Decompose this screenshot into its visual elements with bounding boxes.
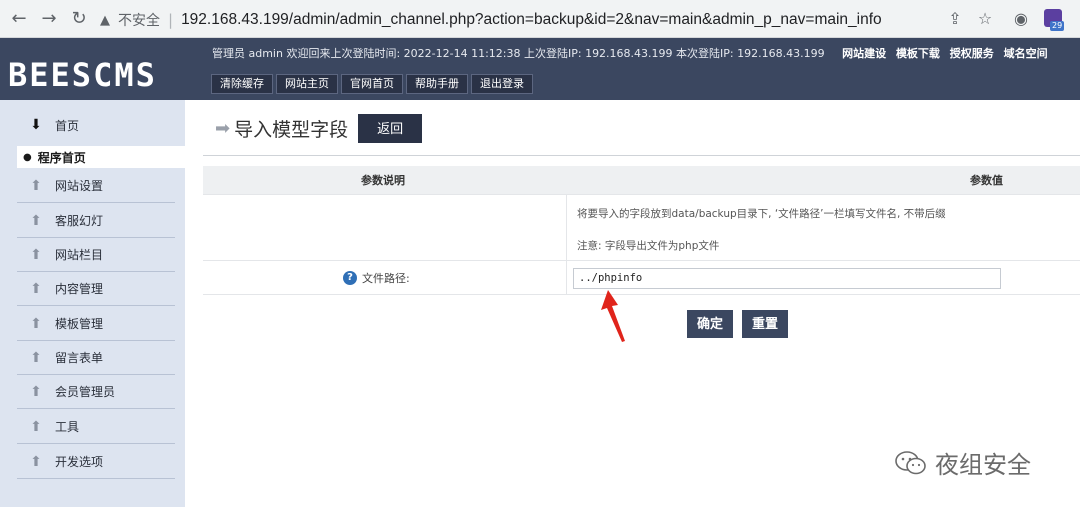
official-home-button[interactable]: 官网首页	[341, 74, 403, 94]
sidebar-item-tools[interactable]: ⬆ 工具	[17, 410, 175, 444]
browser-toolbar: ← → ↻ ▲ 不安全 | 192.168.43.199/admin/admin…	[0, 0, 1080, 38]
watermark: 夜组安全	[895, 445, 1031, 480]
column-divider	[566, 195, 567, 261]
up-arrow-icon: ⬆	[30, 212, 42, 229]
security-label: 不安全	[118, 13, 160, 29]
sidebar-item-label: 网站栏目	[55, 248, 104, 262]
file-path-label-text: 文件路径:	[362, 272, 410, 285]
sidebar-item-label: 内容管理	[55, 282, 104, 296]
sidebar-item-templates[interactable]: ⬆ 模板管理	[17, 307, 175, 341]
divider	[203, 155, 1080, 156]
sidebar-item-label: 工具	[55, 420, 80, 434]
sidebar-item-program-home[interactable]: ● 程序首页	[17, 146, 185, 168]
bullet-icon: ●	[23, 151, 32, 163]
sidebar-item-members[interactable]: ⬆ 会员管理员	[17, 375, 175, 409]
up-arrow-icon: ⬆	[30, 280, 42, 297]
page-title: 导入模型字段	[234, 119, 349, 141]
sidebar-item-content[interactable]: ⬆ 内容管理	[17, 272, 175, 306]
sidebar-item-home[interactable]: ⬇ 首页	[17, 108, 175, 142]
header-buttons: 清除缓存 网站主页 官网首页 帮助手册 退出登录	[211, 74, 533, 94]
sidebar-item-label: 开发选项	[55, 455, 104, 469]
site-home-button[interactable]: 网站主页	[276, 74, 338, 94]
sidebar: ⬇ 首页 ● 程序首页 ⬆ 网站设置 ⬆ 客服幻灯 ⬆ 网站栏目 ⬆ 内容管理 …	[0, 100, 185, 507]
address-bar[interactable]: ▲ 不安全 | 192.168.43.199/admin/admin_chann…	[100, 6, 1000, 34]
wechat-icon	[895, 450, 926, 474]
url-text: 192.168.43.199/admin/admin_channel.php?a…	[181, 11, 882, 28]
share-icon[interactable]: ⇪	[946, 10, 964, 28]
right-arrow-icon: ➡	[215, 118, 231, 139]
help-icon[interactable]: ?	[343, 271, 357, 285]
link-license-service[interactable]: 授权服务	[950, 47, 994, 60]
login-info: 管理员 admin 欢迎回来上次登陆时间: 2022-12-14 11:12:3…	[212, 45, 1048, 61]
sidebar-item-label: 留言表单	[55, 351, 104, 365]
watermark-text: 夜组安全	[935, 451, 1031, 479]
sidebar-item-slides[interactable]: ⬆ 客服幻灯	[17, 204, 175, 238]
sidebar-item-label: 网站设置	[55, 179, 104, 193]
page-heading: ➡ 导入模型字段 返回	[215, 114, 423, 143]
up-arrow-icon: ⬆	[30, 315, 42, 332]
logout-button[interactable]: 退出登录	[471, 74, 533, 94]
sidebar-item-site-settings[interactable]: ⬆ 网站设置	[17, 169, 175, 203]
sidebar-item-label: 模板管理	[55, 317, 104, 331]
bookmark-star-icon[interactable]: ☆	[976, 10, 994, 28]
login-info-text: 管理员 admin 欢迎回来上次登陆时间: 2022-12-14 11:12:3…	[212, 47, 825, 60]
file-path-label: ? 文件路径:	[343, 270, 410, 286]
description-line-2: 注意: 字段导出文件为php文件	[577, 240, 720, 252]
description-line-1: 将要导入的字段放到data/backup目录下, ‘文件路径’一栏填写文件名, …	[577, 208, 946, 220]
up-arrow-icon: ⬆	[30, 453, 42, 470]
col-value-header: 参数值	[970, 174, 1003, 187]
sidebar-item-label: 程序首页	[37, 150, 86, 165]
red-annotation-arrow-icon	[601, 290, 625, 342]
table-header: 参数说明 参数值	[203, 166, 1080, 195]
down-arrow-icon: ⬇	[30, 117, 42, 133]
forward-arrow-icon[interactable]: →	[38, 8, 60, 30]
link-site-build[interactable]: 网站建设	[842, 47, 886, 60]
back-button[interactable]: 返回	[358, 114, 423, 143]
extension-badge-icon[interactable]: 29	[1044, 9, 1066, 31]
up-arrow-icon: ⬆	[30, 383, 42, 400]
sidebar-item-forms[interactable]: ⬆ 留言表单	[17, 341, 175, 375]
reset-button[interactable]: 重置	[742, 310, 789, 338]
sidebar-item-label: 首页	[55, 118, 80, 133]
extension-count: 29	[1050, 21, 1065, 31]
clear-cache-button[interactable]: 清除缓存	[211, 74, 273, 94]
site-logo: BEESCMS	[8, 56, 157, 94]
warning-icon: ▲	[100, 12, 110, 28]
table-row-description: 将要导入的字段放到data/backup目录下, ‘文件路径’一栏填写文件名, …	[203, 195, 1080, 261]
sidebar-item-developer[interactable]: ⬆ 开发选项	[17, 445, 175, 479]
address-separator: |	[168, 11, 174, 29]
up-arrow-icon: ⬆	[30, 349, 42, 366]
header-links: 网站建设 模板下载 授权服务 域名空间	[836, 47, 1048, 60]
up-arrow-icon: ⬆	[30, 246, 42, 263]
sidebar-item-label: 会员管理员	[55, 385, 116, 399]
reload-icon[interactable]: ↻	[68, 8, 90, 30]
sidebar-item-label: 客服幻灯	[55, 214, 104, 228]
confirm-button[interactable]: 确定	[687, 310, 734, 338]
link-template-download[interactable]: 模板下载	[896, 47, 940, 60]
help-manual-button[interactable]: 帮助手册	[406, 74, 468, 94]
sidebar-item-columns[interactable]: ⬆ 网站栏目	[17, 238, 175, 272]
column-divider	[566, 261, 567, 295]
back-arrow-icon[interactable]: ←	[8, 8, 30, 30]
up-arrow-icon: ⬆	[30, 177, 42, 194]
link-domain-hosting[interactable]: 域名空间	[1004, 47, 1048, 60]
extension-circle-icon[interactable]: ◉	[1012, 10, 1030, 28]
admin-header: BEESCMS 管理员 admin 欢迎回来上次登陆时间: 2022-12-14…	[0, 38, 1080, 100]
up-arrow-icon: ⬆	[30, 418, 42, 435]
file-path-input[interactable]: ../phpinfo	[573, 268, 1001, 289]
col-desc-header: 参数说明	[361, 174, 405, 187]
